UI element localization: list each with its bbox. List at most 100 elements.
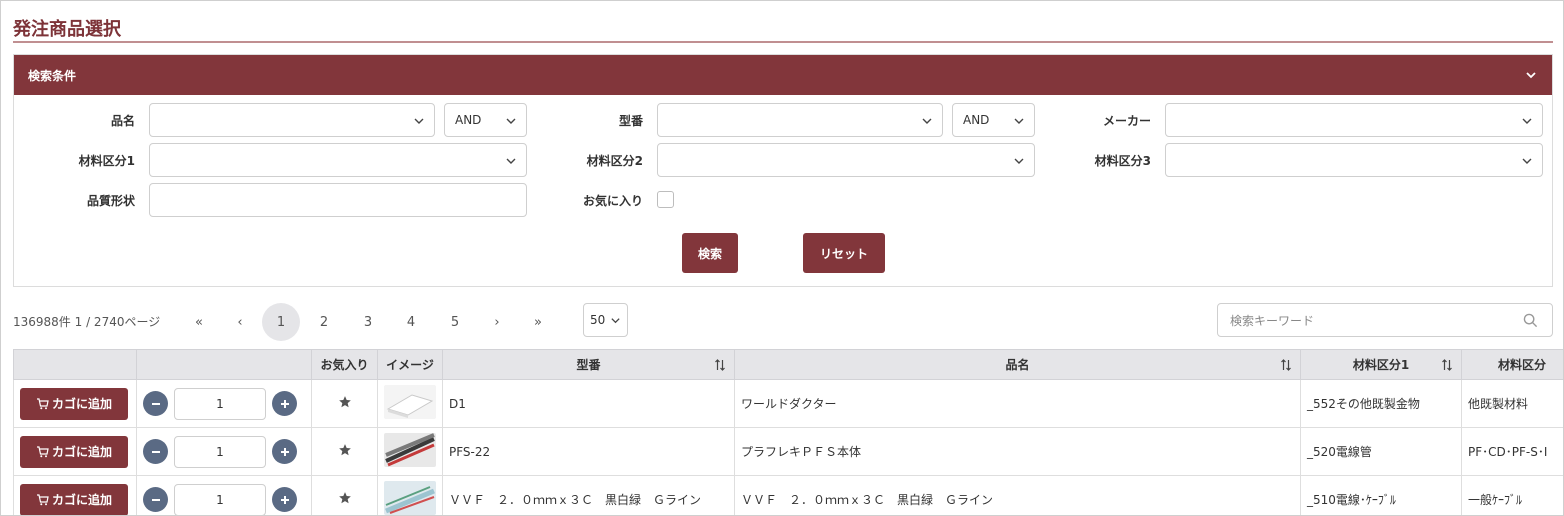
pager-page-4[interactable]: 4 <box>392 303 430 341</box>
minus-icon <box>151 498 160 501</box>
increment-button[interactable] <box>272 391 297 416</box>
header-material-2-label: 材料区分 <box>1498 358 1547 372</box>
header-model-label: 型番 <box>576 358 601 372</box>
model-cell: ＶＶＦ ２．０ｍｍｘ３Ｃ 黒白緑 Ｇライン <box>442 475 735 515</box>
pager-page-3[interactable]: 3 <box>349 303 387 341</box>
pager-prev[interactable]: ‹ <box>221 303 259 341</box>
product-thumbnail[interactable] <box>384 433 436 467</box>
product-thumbnail[interactable] <box>384 385 436 419</box>
sort-icon[interactable] <box>1280 359 1292 371</box>
header-material-1[interactable]: 材料区分1 <box>1300 349 1462 380</box>
header-product-name-label: 品名 <box>1005 358 1030 372</box>
cart-icon <box>36 493 49 505</box>
quantity-cell: 1 <box>136 427 312 476</box>
per-page-select[interactable]: 50 <box>583 303 628 337</box>
pager-page-1[interactable]: 1 <box>262 303 300 341</box>
pager-last[interactable]: » <box>519 303 557 341</box>
pager-next[interactable]: › <box>478 303 516 341</box>
material-1-select[interactable] <box>149 143 527 177</box>
minus-icon <box>151 450 160 453</box>
label-material-1: 材料区分1 <box>78 154 135 168</box>
keyword-placeholder: 検索キーワード <box>1230 313 1315 328</box>
material-1-cell: _510電線･ｹｰﾌﾞﾙ <box>1300 475 1462 515</box>
model-cell: D1 <box>442 379 735 428</box>
quantity-input[interactable]: 1 <box>174 435 266 468</box>
chevron-down-icon <box>1522 118 1532 124</box>
table-row: カゴに追加 1 PFS-22 プラフレキＰＦＳ本体 _520電線管 PF･CD･… <box>13 427 1563 476</box>
header-model[interactable]: 型番 <box>442 349 735 380</box>
label-favorite: お気に入り <box>582 194 643 208</box>
label-material-2: 材料区分2 <box>586 154 643 168</box>
title-divider <box>13 41 1553 43</box>
star-icon[interactable] <box>338 395 352 409</box>
chevron-down-icon <box>414 118 424 124</box>
reset-button[interactable]: リセット <box>803 233 885 273</box>
header-material-2[interactable]: 材料区分 <box>1461 349 1563 380</box>
pager-first[interactable]: « <box>180 303 218 341</box>
increment-button[interactable] <box>272 487 297 512</box>
decrement-button[interactable] <box>143 391 168 416</box>
sort-icon[interactable] <box>714 359 726 371</box>
header-product-name[interactable]: 品名 <box>734 349 1301 380</box>
shape-input[interactable] <box>149 183 527 217</box>
pager-page-2[interactable]: 2 <box>305 303 343 341</box>
header-cart <box>13 349 137 380</box>
pager-page-5[interactable]: 5 <box>436 303 474 341</box>
app-frame: 発注商品選択 検索条件 品名 AND 型番 AND メーカー 材料区分1 材料区… <box>0 0 1564 516</box>
increment-button[interactable] <box>272 439 297 464</box>
add-to-cart-button[interactable]: カゴに追加 <box>20 483 128 515</box>
quantity-input[interactable]: 1 <box>174 387 266 420</box>
product-name-cell: プラフレキＰＦＳ本体 <box>734 427 1301 476</box>
product-name-operator-value: AND <box>455 113 482 127</box>
maker-select[interactable] <box>1165 103 1543 137</box>
star-icon[interactable] <box>338 491 352 505</box>
cart-cell: カゴに追加 <box>13 475 137 515</box>
product-name-cell: ＶＶＦ ２．０ｍｍｘ３Ｃ 黒白緑 Ｇライン <box>734 475 1301 515</box>
product-table: お気入り イメージ 型番 品名 材料区分1 材料区分 カゴに追加 1 D1 ワー… <box>13 349 1563 515</box>
minus-icon <box>151 402 160 405</box>
product-name-operator-select[interactable]: AND <box>444 103 527 137</box>
material-1-cell: _552その他既製金物 <box>1300 379 1462 428</box>
image-cell <box>377 379 443 428</box>
sort-icon[interactable] <box>1441 359 1453 371</box>
cart-icon <box>36 445 49 457</box>
quantity-input[interactable]: 1 <box>174 483 266 515</box>
add-to-cart-label: カゴに追加 <box>51 493 112 507</box>
search-icon[interactable] <box>1523 313 1538 328</box>
image-cell <box>377 427 443 476</box>
page-title: 発注商品選択 <box>13 19 121 40</box>
image-cell <box>377 475 443 515</box>
cart-icon <box>36 397 49 409</box>
material-2-select[interactable] <box>657 143 1035 177</box>
favorite-checkbox[interactable] <box>657 191 674 208</box>
decrement-button[interactable] <box>143 439 168 464</box>
material-3-select[interactable] <box>1165 143 1543 177</box>
chevron-down-icon <box>611 318 620 324</box>
keyword-search-input[interactable]: 検索キーワード <box>1217 303 1553 337</box>
label-model: 型番 <box>618 114 643 128</box>
label-shape: 品質形状 <box>86 194 135 208</box>
result-count: 136988件 1 / 2740ページ <box>13 315 161 329</box>
add-to-cart-button[interactable]: カゴに追加 <box>20 387 128 420</box>
chevron-down-icon <box>1014 158 1024 164</box>
decrement-button[interactable] <box>143 487 168 512</box>
search-panel-title: 検索条件 <box>28 68 77 83</box>
header-material-1-label: 材料区分1 <box>1352 358 1410 372</box>
star-icon[interactable] <box>338 443 352 457</box>
model-operator-select[interactable]: AND <box>952 103 1035 137</box>
material-2-cell: 他既製材料 <box>1461 379 1563 428</box>
search-button[interactable]: 検索 <box>682 233 738 273</box>
add-to-cart-label: カゴに追加 <box>51 397 112 411</box>
quantity-cell: 1 <box>136 379 312 428</box>
chevron-down-icon[interactable] <box>1524 68 1538 82</box>
product-name-select[interactable] <box>149 103 435 137</box>
model-select[interactable] <box>657 103 943 137</box>
favorite-cell <box>311 475 378 515</box>
add-to-cart-button[interactable]: カゴに追加 <box>20 435 128 468</box>
product-thumbnail[interactable] <box>384 481 436 515</box>
chevron-down-icon <box>922 118 932 124</box>
label-maker: メーカー <box>1102 114 1151 128</box>
material-2-cell: PF･CD･PF-S･I <box>1461 427 1563 476</box>
search-panel-header[interactable]: 検索条件 <box>14 55 1552 95</box>
plus-icon <box>280 495 289 504</box>
